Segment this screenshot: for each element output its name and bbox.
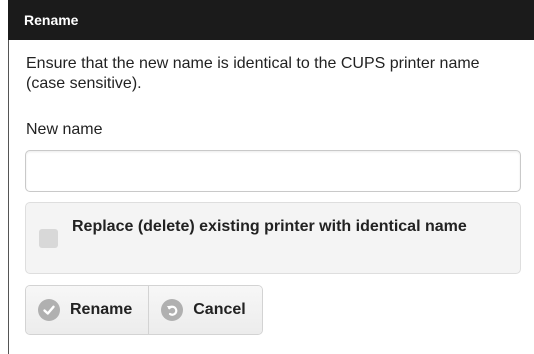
new-name-input[interactable] bbox=[25, 150, 521, 192]
dialog-left-border bbox=[8, 40, 9, 354]
dialog-button-group: Rename Cancel bbox=[25, 285, 263, 335]
check-icon bbox=[38, 299, 60, 321]
rename-dialog: Rename Ensure that the new name is ident… bbox=[0, 0, 534, 354]
rename-button[interactable]: Rename bbox=[26, 286, 149, 334]
new-name-label: New name bbox=[26, 121, 103, 138]
cancel-button[interactable]: Cancel bbox=[148, 286, 262, 334]
replace-checkbox-row[interactable]: Replace (delete) existing printer with i… bbox=[25, 202, 521, 274]
rename-button-label: Rename bbox=[70, 301, 133, 318]
replace-checkbox-label[interactable]: Replace (delete) existing printer with i… bbox=[72, 217, 492, 237]
dialog-title: Rename bbox=[8, 0, 534, 40]
replace-checkbox[interactable] bbox=[39, 229, 58, 248]
back-arrow-icon bbox=[161, 299, 184, 321]
dialog-description: Ensure that the new name is identical to… bbox=[26, 55, 480, 92]
cancel-button-label: Cancel bbox=[193, 301, 246, 318]
